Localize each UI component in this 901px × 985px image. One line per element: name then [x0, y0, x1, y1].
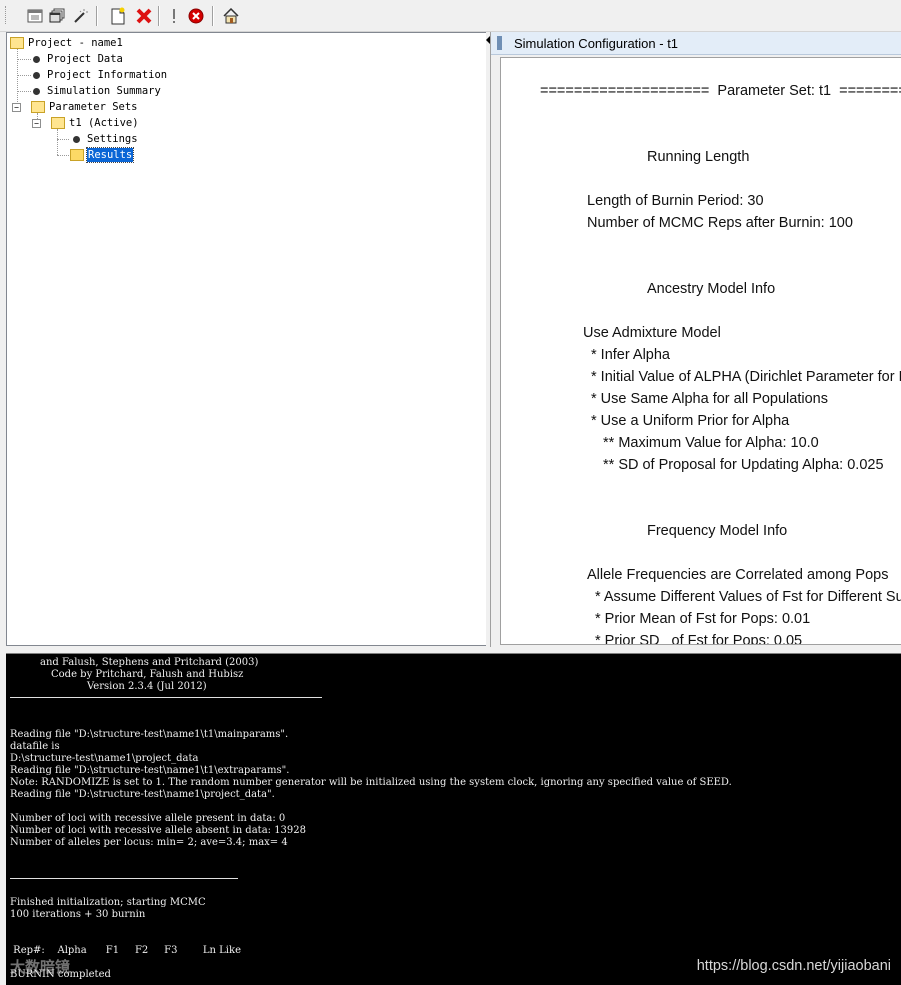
simulation-configuration-view[interactable]: ==================== Parameter Set: t1 =… [500, 57, 901, 645]
config-line: ** SD of Proposal for Updating Alpha: 0.… [603, 457, 884, 473]
console-line: 100 iterations + 30 burnin [10, 909, 146, 920]
config-line: * Prior Mean of Fst for Pops: 0.01 [595, 611, 811, 627]
console-rule [10, 697, 322, 698]
collapse-toggle-icon[interactable]: − [12, 103, 21, 112]
toolbar-grip[interactable] [5, 6, 8, 24]
home-icon[interactable] [221, 6, 240, 25]
tree-item-label: Results [85, 147, 135, 163]
new-parameter-set-icon[interactable] [108, 6, 127, 25]
tree-connector [17, 91, 31, 92]
bullet-icon [73, 136, 80, 143]
console-line: Reading file "D:\structure-test\name1\t1… [10, 765, 290, 776]
document-tab-icon [497, 36, 502, 50]
tree-connector [57, 155, 69, 156]
config-line: * Prior SD of Fst for Pops: 0.05 [595, 633, 803, 645]
tree-item-label: Settings [87, 133, 138, 145]
section-heading: Frequency Model Info [647, 523, 788, 539]
toolbar-separator [212, 6, 214, 26]
config-line: * Use Same Alpha for all Populations [591, 391, 828, 407]
stop-icon[interactable] [186, 6, 205, 25]
config-line: * Assume Different Values of Fst for Dif… [595, 589, 901, 605]
console-line: Finished initialization; starting MCMC [10, 897, 206, 908]
run-icon[interactable] [164, 6, 183, 25]
console-line: D:\structure-test\name1\project_data [10, 753, 199, 764]
document-titlebar: Simulation Configuration - t1 [491, 32, 901, 55]
document-title: Simulation Configuration - t1 [514, 36, 679, 51]
bullet-icon [33, 72, 40, 79]
config-line: Allele Frequencies are Correlated among … [587, 567, 889, 583]
delete-icon[interactable] [134, 6, 153, 25]
console-line: Reading file "D:\structure-test\name1\t1… [10, 729, 289, 740]
tree-connector [57, 129, 58, 155]
folder-open-icon [10, 37, 24, 49]
tree-item-label: Parameter Sets [49, 101, 138, 113]
console-line: Reading file "D:\structure-test\name1\pr… [10, 789, 275, 800]
config-line: ** Maximum Value for Alpha: 10.0 [603, 435, 819, 451]
tree-connector [17, 75, 31, 76]
console-line: Number of alleles per locus: min= 2; ave… [10, 837, 288, 848]
config-line: * Infer Alpha [591, 347, 670, 363]
console-line: datafile is [10, 741, 60, 752]
config-line: Number of MCMC Reps after Burnin: 100 [587, 215, 853, 231]
document-pane: Simulation Configuration - t1 ==========… [490, 32, 901, 647]
bullet-icon [33, 88, 40, 95]
tree-item-label: Project Information [47, 69, 168, 81]
folder-open-icon [31, 101, 45, 113]
section-heading: Running Length [647, 149, 750, 165]
console-output[interactable]: and Falush, Stephens and Pritchard (2003… [6, 653, 901, 985]
console-header-line: Version 2.3.4 (Jul 2012) [87, 681, 207, 692]
tree-item-label: Project - name1 [28, 37, 123, 49]
console-line: Number of loci with recessive allele pre… [10, 813, 286, 824]
toolbar-separator [158, 6, 160, 26]
project-tree[interactable]: Project - name1 Project Data Project Inf… [6, 32, 487, 646]
config-line: Use Admixture Model [583, 325, 721, 341]
folder-icon [70, 149, 84, 161]
tree-connector [57, 139, 69, 140]
tree-item-label: Project Data [47, 53, 123, 65]
tree-item-label: t1 (Active) [69, 117, 139, 129]
watermark-url: https://blog.csdn.net/yijiaobani [696, 958, 891, 974]
console-header-line: and Falush, Stephens and Pritchard (2003… [40, 657, 259, 668]
console-line: Note: RANDOMIZE is set to 1. The random … [10, 777, 732, 788]
console-line: Number of loci with recessive allele abs… [10, 825, 307, 836]
section-heading: Ancestry Model Info [647, 281, 776, 297]
config-line: * Initial Value of ALPHA (Dirichlet Para… [591, 369, 901, 385]
toolbar-separator [96, 6, 98, 26]
tree-connector [17, 59, 31, 60]
magic-wand-icon[interactable] [70, 6, 89, 25]
tree-item-label: Simulation Summary [47, 85, 161, 97]
watermark-logo: 大数暗镜 [10, 958, 71, 976]
toolbar [0, 0, 901, 32]
stack-windows-icon[interactable] [47, 6, 66, 25]
collapse-toggle-icon[interactable]: − [32, 119, 41, 128]
config-line: * Use a Uniform Prior for Alpha [591, 413, 790, 429]
config-line: Length of Burnin Period: 30 [587, 193, 764, 209]
console-header-line: Code by Pritchard, Falush and Hubisz [51, 669, 244, 680]
console-rule [10, 878, 238, 879]
folder-open-icon [51, 117, 65, 129]
window-icon[interactable] [25, 6, 44, 25]
parameter-set-banner: ==================== Parameter Set: t1 =… [540, 83, 901, 99]
bullet-icon [33, 56, 40, 63]
tree-connector [17, 48, 18, 106]
